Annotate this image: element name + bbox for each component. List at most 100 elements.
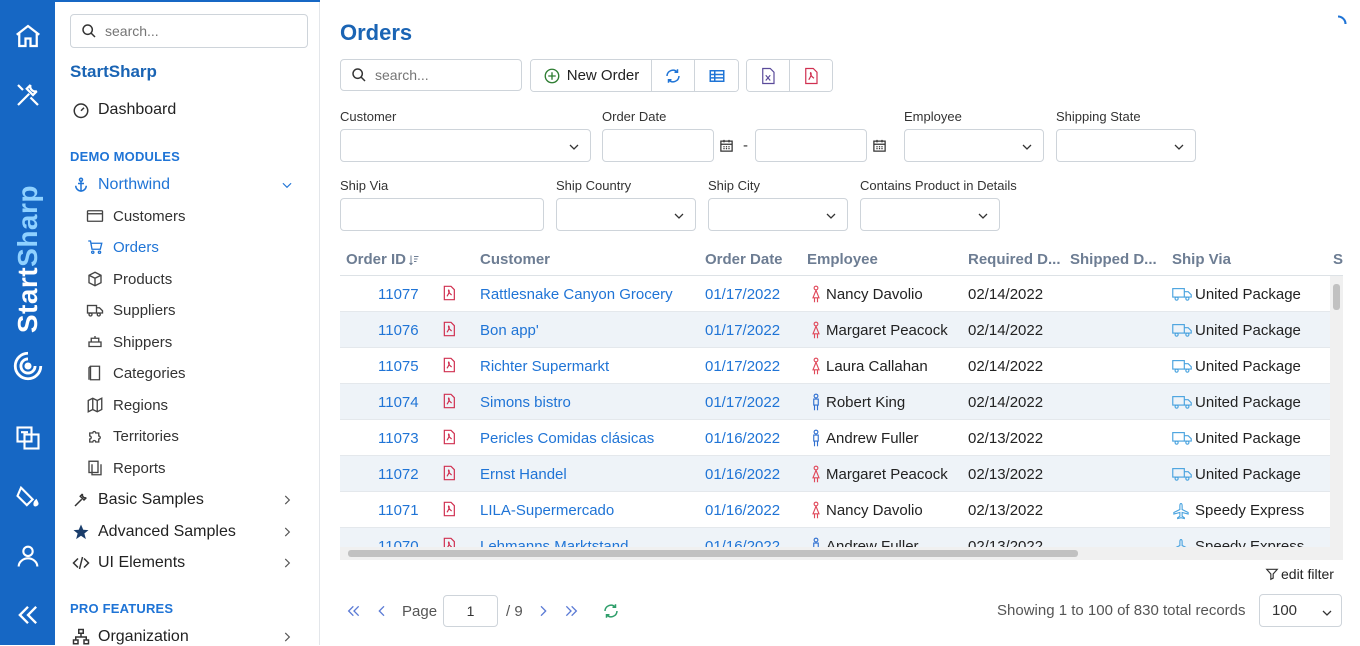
order-id-link[interactable]: 11075 xyxy=(378,358,419,375)
table-row[interactable]: 11072 Ernst Handel 01/16/2022 Margaret Peac… xyxy=(340,456,1330,492)
sidebar-item-territories[interactable]: Territories xyxy=(85,427,179,445)
customer-link[interactable]: Simons bistro xyxy=(480,394,571,411)
sidebar-item-label: Basic Samples xyxy=(98,491,204,508)
table-row[interactable]: 11074 Simons bistro 01/17/2022 Robert King 0… xyxy=(340,384,1330,420)
order-date-start-input[interactable] xyxy=(602,129,714,162)
order-date-end-input[interactable] xyxy=(755,129,867,162)
grid-search[interactable] xyxy=(340,59,522,91)
employee-filter-select[interactable] xyxy=(904,129,1044,162)
employee-name: Robert King xyxy=(826,394,906,411)
last-page-button[interactable] xyxy=(557,603,585,619)
order-id-link[interactable]: 11071 xyxy=(378,502,419,519)
col-ship-next[interactable]: Sh xyxy=(1333,251,1343,268)
grid-search-input[interactable] xyxy=(375,67,505,83)
sidebar-item-orders[interactable]: Orders xyxy=(85,238,159,256)
first-page-button[interactable] xyxy=(340,603,368,619)
pdf-icon[interactable] xyxy=(442,501,456,517)
calendar-icon[interactable] xyxy=(719,138,734,153)
tools-icon[interactable] xyxy=(10,77,46,113)
user-icon[interactable] xyxy=(10,538,46,574)
table-row[interactable]: 11077 Rattlesnake Canyon Grocery 01/17/202… xyxy=(340,276,1330,312)
table-row[interactable]: 11073 Pericles Comidas clásicas 01/16/2022… xyxy=(340,420,1330,456)
col-ship-via[interactable]: Ship Via xyxy=(1172,251,1231,268)
customer-link[interactable]: Pericles Comidas clásicas xyxy=(480,430,654,447)
excel-export-button[interactable] xyxy=(747,60,790,91)
col-employee[interactable]: Employee xyxy=(807,251,878,268)
sidebar-item-suppliers[interactable]: Suppliers xyxy=(85,301,176,319)
order-id-link[interactable]: 11076 xyxy=(378,322,419,339)
order-date-link[interactable]: 01/16/2022 xyxy=(705,430,780,447)
sidebar-item-dashboard[interactable]: Dashboard xyxy=(72,101,176,119)
scrollbar-thumb[interactable] xyxy=(348,550,1078,557)
translate-icon[interactable] xyxy=(10,420,46,456)
sidebar-item-shippers[interactable]: Shippers xyxy=(85,333,172,351)
col-shipped-date[interactable]: Shipped D... xyxy=(1070,251,1157,268)
pdf-icon[interactable] xyxy=(442,393,456,409)
pdf-icon[interactable] xyxy=(442,321,456,337)
order-date-link[interactable]: 01/17/2022 xyxy=(705,286,780,303)
col-order-date[interactable]: Order Date xyxy=(705,251,783,268)
customer-link[interactable]: Ernst Handel xyxy=(480,466,567,483)
order-id-link[interactable]: 11077 xyxy=(378,286,419,303)
column-picker-button[interactable] xyxy=(695,60,738,91)
customer-link[interactable]: LILA-Supermercado xyxy=(480,502,614,519)
order-date-link[interactable]: 01/17/2022 xyxy=(705,394,780,411)
sidebar-item-organization[interactable]: Organization xyxy=(72,628,302,646)
pdf-icon[interactable] xyxy=(442,465,456,481)
next-page-button[interactable] xyxy=(529,603,557,619)
col-required-date[interactable]: Required D... xyxy=(968,251,1061,268)
pdf-icon[interactable] xyxy=(442,429,456,445)
col-customer[interactable]: Customer xyxy=(480,251,550,268)
table-row[interactable]: 11075 Richter Supermarkt 01/17/2022 Laura C… xyxy=(340,348,1330,384)
sidebar-item-advanced-samples[interactable]: Advanced Samples xyxy=(72,523,302,541)
ship-city-filter-select[interactable] xyxy=(708,198,848,231)
sidebar-item-customers[interactable]: Customers xyxy=(85,207,186,225)
sidebar-search-input[interactable] xyxy=(105,23,285,39)
refresh-button[interactable] xyxy=(652,60,695,91)
order-id-link[interactable]: 11072 xyxy=(378,466,419,483)
paint-bucket-icon[interactable] xyxy=(10,479,46,515)
sidebar-item-northwind[interactable]: Northwind xyxy=(72,176,302,194)
sidebar-item-ui-elements[interactable]: UI Elements xyxy=(72,554,302,572)
ship-country-filter-select[interactable] xyxy=(556,198,696,231)
pdf-icon[interactable] xyxy=(442,357,456,373)
customer-filter-select[interactable] xyxy=(340,129,591,162)
page-number-input[interactable] xyxy=(443,595,499,627)
new-order-button[interactable]: New Order xyxy=(531,60,652,91)
order-date-link[interactable]: 01/16/2022 xyxy=(705,466,780,483)
customer-link[interactable]: Bon app' xyxy=(480,322,539,339)
page-size-value: 100 xyxy=(1272,602,1298,619)
sidebar-item-products[interactable]: Products xyxy=(85,270,172,288)
table-row[interactable]: 11071 LILA-Supermercado 01/16/2022 Nancy Da… xyxy=(340,492,1330,528)
order-date-link[interactable]: 01/16/2022 xyxy=(705,502,780,519)
home-icon[interactable] xyxy=(10,18,46,54)
scrollbar-thumb[interactable] xyxy=(1333,284,1340,310)
sidebar-item-regions[interactable]: Regions xyxy=(85,396,168,414)
pdf-icon[interactable] xyxy=(442,285,456,301)
ship-via-filter-input[interactable] xyxy=(340,198,544,231)
sidebar-search[interactable] xyxy=(70,14,308,48)
sidebar-item-basic-samples[interactable]: Basic Samples xyxy=(72,491,302,509)
customer-link[interactable]: Rattlesnake Canyon Grocery xyxy=(480,286,673,303)
sidebar-item-categories[interactable]: Categories xyxy=(85,364,186,382)
order-date-link[interactable]: 01/17/2022 xyxy=(705,322,780,339)
prev-page-button[interactable] xyxy=(368,603,396,619)
shipping-state-filter-select[interactable] xyxy=(1056,129,1196,162)
customer-link[interactable]: Richter Supermarkt xyxy=(480,358,609,375)
table-row[interactable]: 11076 Bon app' 01/17/2022 Margaret Peacock 0… xyxy=(340,312,1330,348)
edit-filter-link[interactable]: edit filter xyxy=(1265,566,1334,582)
reload-page-button[interactable] xyxy=(597,602,625,620)
sidebar-brand[interactable]: StartSharp xyxy=(70,62,157,82)
calendar-icon[interactable] xyxy=(872,138,887,153)
order-date-link[interactable]: 01/17/2022 xyxy=(705,358,780,375)
page-size-select[interactable]: 100 xyxy=(1259,594,1342,627)
pdf-export-button[interactable] xyxy=(790,60,832,91)
order-id-link[interactable]: 11074 xyxy=(378,394,419,411)
collapse-icon[interactable] xyxy=(10,597,46,633)
sidebar-item-reports[interactable]: Reports xyxy=(85,459,166,477)
vertical-scrollbar[interactable] xyxy=(1330,276,1343,560)
horizontal-scrollbar[interactable] xyxy=(340,547,1330,560)
contains-product-filter-select[interactable] xyxy=(860,198,1000,231)
order-id-link[interactable]: 11073 xyxy=(378,430,419,447)
col-order-id[interactable]: Order ID xyxy=(346,251,420,268)
